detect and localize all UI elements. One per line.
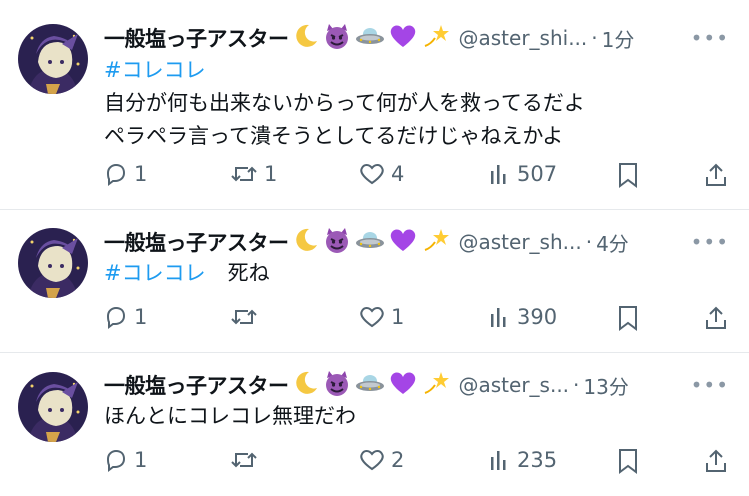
user-handle[interactable]: @aster_s... [459,373,570,397]
reply-count: 1 [134,448,148,472]
retweet-button[interactable] [230,448,264,472]
like-count: 2 [391,448,405,472]
flying-saucer-icon [355,23,385,53]
bookmark-icon [619,163,637,188]
avatar[interactable] [18,228,88,298]
avatar[interactable] [18,24,88,94]
crescent-moon-icon [293,227,319,257]
heart-icon [360,164,384,185]
hashtag-link[interactable]: #コレコレ [104,261,206,285]
bookmark-icon [619,306,637,331]
crescent-moon-icon [293,23,319,53]
like-count: 1 [391,305,405,329]
tweet-text-line: 自分が何も出来ないからって何が人を救ってるだよ [104,91,585,115]
like-button[interactable]: 2 [359,448,404,472]
heart-icon [360,450,384,471]
hashtag-link[interactable]: #コレコレ [104,58,206,82]
tweet[interactable]: 一般塩っ子アスター @aster_s... · 13分 ••• ほんとにコレコレ… [0,353,749,496]
dizzy-star-icon [421,369,449,401]
reply-button[interactable]: 1 [104,162,147,186]
purple-heart-icon [389,227,417,257]
timestamp[interactable]: 4分 [596,228,629,257]
bookmark-button[interactable] [617,305,639,331]
reply-icon [106,449,126,472]
timestamp[interactable]: 13分 [583,371,628,400]
reply-icon [106,306,126,329]
display-name[interactable]: 一般塩っ子アスター [104,227,289,257]
bookmark-button[interactable] [617,162,639,188]
dizzy-star-icon [421,22,449,54]
heart-icon [360,307,384,328]
views-button[interactable]: 507 [489,162,557,186]
user-handle[interactable]: @aster_shi... [459,26,588,50]
like-count: 4 [391,162,405,186]
retweet-icon [231,452,257,468]
more-options-icon[interactable]: ••• [691,373,729,397]
share-icon [706,163,726,186]
share-button[interactable] [704,162,728,188]
purple-heart-icon [389,23,417,53]
share-button[interactable] [704,305,728,331]
like-button[interactable]: 1 [359,305,404,329]
tweet[interactable]: 一般塩っ子アスター @aster_sh... · 4分 ••• #コレコレ 死ね … [0,210,749,353]
views-count: 507 [517,162,558,186]
retweet-icon [231,309,257,325]
reply-icon [106,163,126,186]
retweet-count: 1 [264,162,278,186]
retweet-button[interactable] [230,305,264,329]
tweet-text: #コレコレ 死ね [104,257,270,290]
flying-saucer-icon [355,227,385,257]
smiling-devil-icon [323,369,351,401]
views-bar-chart-icon [491,308,506,327]
reply-button[interactable]: 1 [104,448,147,472]
views-button[interactable]: 390 [489,305,557,329]
purple-heart-icon [389,370,417,400]
timestamp[interactable]: 1分 [602,24,635,53]
reply-button[interactable]: 1 [104,305,147,329]
crescent-moon-icon [293,370,319,400]
separator-dot: · [585,230,593,254]
retweet-button[interactable]: 1 [230,162,277,186]
flying-saucer-icon [355,370,385,400]
tweet-text-line: ほんとにコレコレ無理だわ [104,404,356,428]
share-button[interactable] [704,448,728,474]
avatar[interactable] [18,372,88,442]
retweet-icon [231,166,257,182]
bookmark-icon [619,449,637,474]
tweet[interactable]: 一般塩っ子アスター @aster_shi... · 1分 ••• #コレコレ 自… [0,0,749,210]
views-count: 235 [517,448,558,472]
views-bar-chart-icon [491,451,506,470]
separator-dot: · [573,373,580,397]
smiling-devil-icon [323,22,351,54]
views-button[interactable]: 235 [489,448,557,472]
display-name[interactable]: 一般塩っ子アスター [104,23,289,53]
more-options-icon[interactable]: ••• [691,230,729,254]
reply-count: 1 [134,162,148,186]
display-name[interactable]: 一般塩っ子アスター [104,370,289,400]
separator-dot: · [591,26,598,50]
share-icon [706,306,726,329]
user-handle[interactable]: @aster_sh... [459,230,582,254]
bookmark-button[interactable] [617,448,639,474]
like-button[interactable]: 4 [359,162,404,186]
more-options-icon[interactable]: ••• [691,26,729,50]
views-count: 390 [517,305,558,329]
tweet-text: ほんとにコレコレ無理だわ [104,400,356,433]
reply-count: 1 [134,305,148,329]
share-icon [706,449,726,472]
tweet-text-line: 死ね [227,261,270,285]
dizzy-star-icon [421,226,449,258]
smiling-devil-icon [323,226,351,258]
tweet-text-line: ペラペラ言って潰そうとしてるだけじゃねえかよ [104,124,564,148]
tweet-text: #コレコレ 自分が何も出来ないからって何が人を救ってるだよ ペラペラ言って潰そう… [104,54,585,153]
views-bar-chart-icon [491,165,506,184]
